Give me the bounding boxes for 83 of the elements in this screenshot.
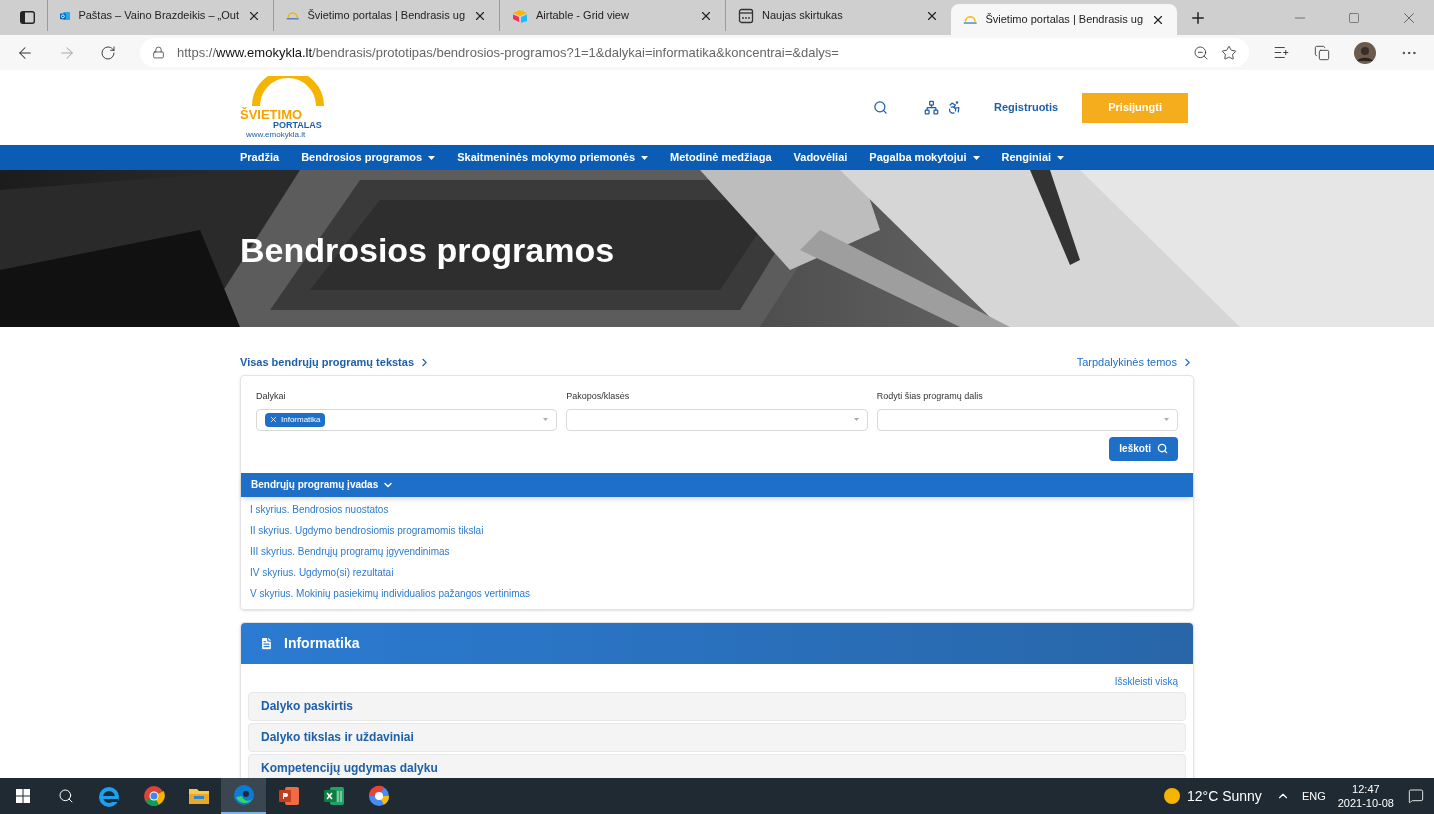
intro-header[interactable]: Bendrųjų programų įvadas [241, 472, 1193, 497]
browser-tab[interactable]: Švietimo portalas | Bendrasis ug [273, 0, 499, 31]
tab-title: Paštas – Vaino Brazdeikis – „Out [78, 8, 239, 24]
document-icon [259, 635, 274, 651]
weather-text[interactable]: 12°C Sunny [1187, 785, 1262, 807]
clock-time[interactable]: 12:47 [1352, 782, 1380, 796]
zoom-out-icon[interactable] [1193, 44, 1209, 61]
expand-all-link[interactable]: Išskleisti viską [1114, 673, 1178, 689]
caret-icon [972, 155, 980, 160]
notifications-icon[interactable] [1408, 788, 1424, 804]
page-title: Bendrosios programos [240, 230, 615, 271]
accessibility-icon[interactable] [947, 100, 963, 115]
lock-icon [152, 46, 165, 59]
nav-item[interactable]: Vadovėliai [793, 149, 848, 166]
browser-tab[interactable]: Airtable - Grid view [499, 0, 725, 31]
browser-tab[interactable]: Paštas – Vaino Brazdeikis – „Out [47, 0, 273, 31]
nav-item[interactable]: Pradžia [240, 149, 280, 166]
nav-item[interactable]: Renginiai [1001, 149, 1065, 166]
select-field[interactable] [876, 408, 1178, 431]
filter-label: Pakopos/klasės [566, 390, 631, 403]
tab-title: Naujas skirtukas [762, 8, 844, 24]
nav-item[interactable]: Metodinė medžiaga [670, 149, 772, 166]
cube-icon [512, 8, 528, 23]
sunrise-icon [963, 13, 978, 26]
search-icon [1157, 443, 1168, 454]
tab-actions-icon[interactable] [20, 11, 35, 24]
tab-title: Švietimo portalas | Bendrasis ug [985, 12, 1143, 28]
register-link[interactable]: Registruotis [994, 99, 1059, 116]
app-icon [367, 785, 390, 807]
search-icon[interactable] [58, 788, 74, 804]
letter-e-icon [97, 785, 120, 807]
tab-title: Airtable - Grid view [536, 8, 630, 24]
clock-date[interactable]: 2021-10-08 [1337, 796, 1394, 810]
caret-icon [641, 155, 649, 160]
address-field[interactable]: https://www.emokykla.lt/bendrasis/prototipas/bendrosios-programos?1=1&dalykai=informatika&koncentrai=&dalys= [140, 38, 1249, 67]
accordion-item[interactable]: Kompetencijų ugdymas dalyku [248, 753, 1186, 778]
accordion-item[interactable]: Dalyko paskirtis [248, 691, 1186, 721]
edge-icon [232, 784, 255, 806]
search-button[interactable]: Ieškoti [1109, 436, 1178, 461]
folder-icon [187, 786, 210, 806]
url-text: https://www.emokykla.lt/bendrasis/prototipas/bendrosios-programos?1=1&dalykai=informatika&koncentrai=&dalys= [177, 43, 839, 62]
avatar-icon[interactable] [1354, 41, 1376, 64]
sunrise-icon [286, 9, 300, 22]
caret-icon [428, 155, 436, 160]
remove-icon[interactable] [269, 415, 278, 424]
select-field[interactable]: Informatika [256, 408, 558, 431]
favorites-icon[interactable] [1273, 44, 1290, 61]
search-icon[interactable] [873, 100, 889, 115]
dropdown-icon [543, 418, 549, 421]
accordion-item[interactable]: Dalyko tikslas ir uždaviniai [248, 722, 1186, 752]
slides-icon [277, 786, 300, 806]
maximize-icon[interactable] [1348, 11, 1360, 24]
language-indicator[interactable]: ENG [1301, 787, 1326, 805]
window-icon [738, 7, 754, 24]
filter-label: Dalykai [256, 390, 287, 403]
intro-link[interactable]: II skyrius. Ugdymo bendrosiomis programomis tikslai [250, 522, 1184, 544]
start-icon[interactable] [16, 789, 30, 803]
select-field[interactable] [566, 408, 868, 431]
topics-link[interactable]: Tarpdalykinės temos [1076, 353, 1194, 371]
nav-item[interactable]: Bendrosios programos [301, 149, 436, 166]
nav-item[interactable]: Skaitmeninės mokymo priemonės [457, 149, 649, 166]
intro-link[interactable]: III skyrius. Bendrųjų programų įgyvendinimas [250, 543, 1184, 565]
intro-link[interactable]: V skyrius. Mokinių pasiekimų individualios pažangos vertinimas [250, 585, 1184, 607]
favorite-icon[interactable] [1221, 44, 1237, 61]
sun-icon [1163, 787, 1181, 805]
filter-chip[interactable]: Informatika [265, 412, 325, 427]
intro-link[interactable]: I skyrius. Bendrosios nuostatos [250, 501, 1184, 523]
subject-title: Informatika [284, 633, 360, 653]
collections-icon[interactable] [1314, 44, 1330, 61]
browser-tab[interactable]: Švietimo portalas | Bendrasis ug [951, 4, 1177, 35]
reload-icon[interactable] [100, 44, 116, 61]
filter-label: Rodyti šias programų dalis [876, 390, 984, 403]
tab-title: Švietimo portalas | Bendrasis ug [307, 8, 465, 24]
spreadsheet-icon [322, 786, 345, 806]
chrome-icon [142, 785, 165, 807]
full-text-link[interactable]: Visas bendrųjų programų tekstas [240, 353, 432, 371]
sitemap-icon[interactable] [924, 100, 940, 115]
dropdown-icon [1164, 418, 1169, 421]
intro-link[interactable]: IV skyrius. Ugdymo(si) rezultatai [250, 564, 1184, 586]
site-logo[interactable]: ŠVIETIMO PORTALAS www.emokykla.lt [240, 75, 350, 140]
nav-item[interactable]: Pagalba mokytojui [869, 149, 980, 166]
caret-icon [1057, 155, 1065, 160]
dropdown-icon [853, 418, 859, 421]
